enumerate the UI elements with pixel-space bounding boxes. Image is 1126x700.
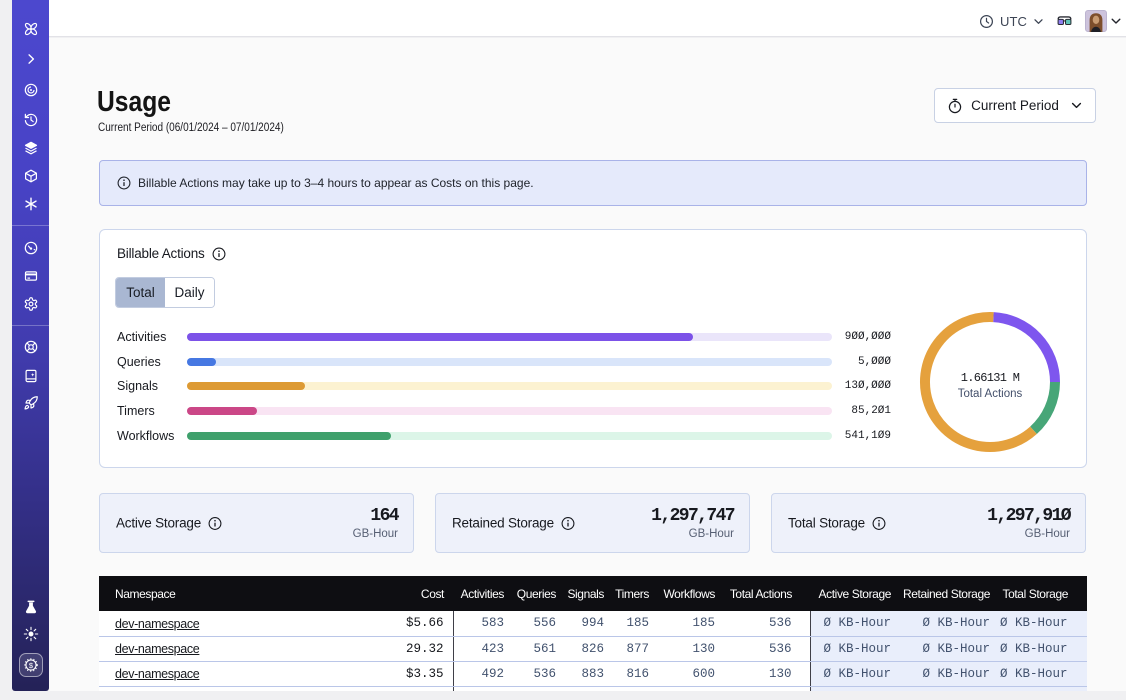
svg-text:$: $ — [28, 661, 33, 670]
